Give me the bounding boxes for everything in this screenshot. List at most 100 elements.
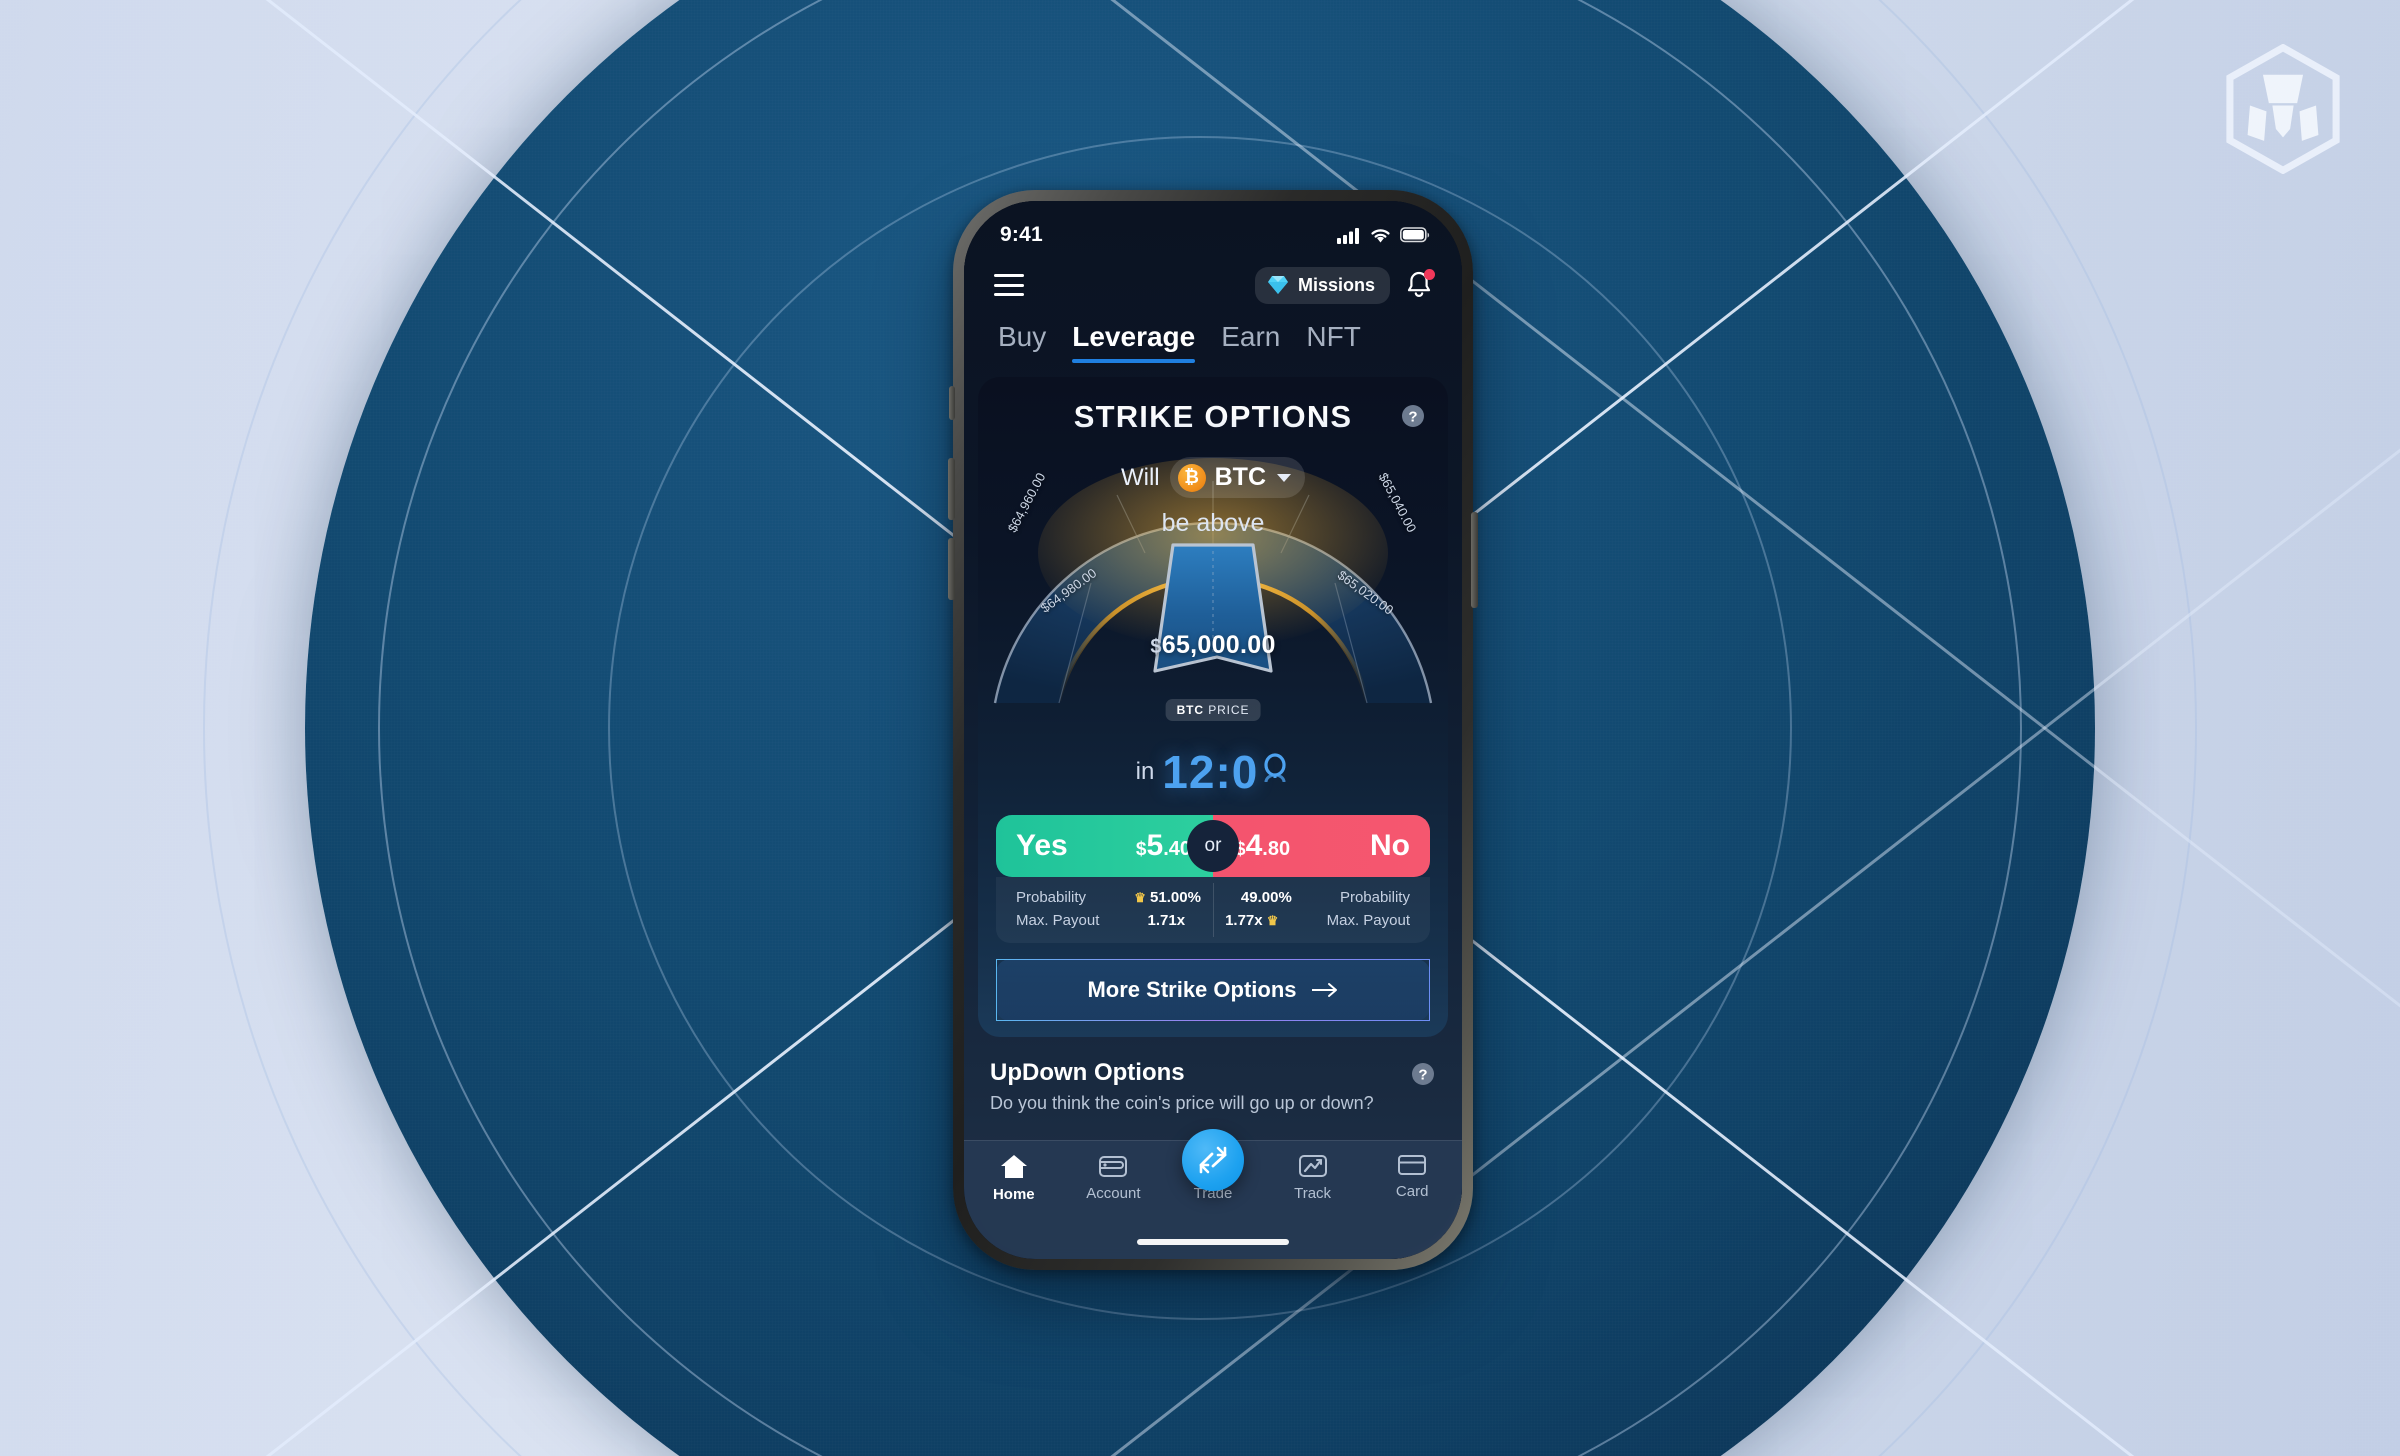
- tab-account[interactable]: Account: [1070, 1153, 1156, 1202]
- yes-probability-value: ♛ 51.00%: [1134, 889, 1201, 906]
- strike-price-number: 65,000.00: [1161, 631, 1276, 659]
- no-payout-label: Max. Payout: [1326, 912, 1410, 929]
- countdown-prefix: in: [1135, 758, 1155, 785]
- more-strike-options-label: More Strike Options: [1087, 977, 1297, 1002]
- direction-label: be above: [1161, 509, 1265, 537]
- no-price-decimal: .80: [1262, 838, 1291, 860]
- home-indicator[interactable]: [1137, 1239, 1289, 1245]
- asset-selector-button[interactable]: ₿ BTC: [1169, 457, 1306, 498]
- strike-options-card: STRIKE OPTIONS ? Will ₿ BTC be above $64…: [978, 377, 1448, 1037]
- credit-card-icon: [1398, 1155, 1427, 1175]
- yes-payout-label: Max. Payout: [1016, 912, 1100, 929]
- no-button[interactable]: $4.80 No: [1213, 815, 1430, 877]
- yes-currency: $: [1135, 839, 1147, 860]
- payout-row: Max. Payout 1.71x 1.77x ♛ Max. Payout: [1016, 909, 1410, 932]
- home-icon: [1000, 1155, 1027, 1178]
- app-header: Missions: [964, 255, 1462, 307]
- chart-line-icon: [1298, 1155, 1327, 1177]
- more-strike-options-button[interactable]: More Strike Options: [996, 959, 1430, 1021]
- tab-buy[interactable]: Buy: [998, 321, 1046, 363]
- no-probability-value: 49.00%: [1240, 889, 1292, 906]
- countdown-spinner-digit: [1260, 752, 1290, 792]
- app-screen: 9:41 Missions Buy Leverage Earn NFT STRI…: [964, 201, 1462, 1259]
- tab-track[interactable]: Track: [1270, 1153, 1356, 1202]
- spinning-digit-icon: [1264, 753, 1286, 783]
- hamburger-menu-icon[interactable]: [994, 274, 1024, 296]
- yes-payout-value: 1.71x: [1147, 912, 1186, 929]
- payout-values: 1.71x 1.77x ♛: [1148, 912, 1279, 929]
- svg-text:?: ?: [1408, 409, 1417, 426]
- no-payout-number: 1.77x: [1225, 912, 1263, 929]
- status-bar: 9:41: [964, 201, 1462, 255]
- btc-price-badge: BTC PRICE: [1165, 699, 1261, 721]
- updown-title: UpDown Options: [990, 1059, 1185, 1086]
- strike-gauge[interactable]: Will ₿ BTC be above $64,960.00 $64,980.0…: [978, 433, 1448, 743]
- asset-selector-row: Will ₿ BTC: [978, 457, 1448, 498]
- yes-probability-number: 51.00%: [1150, 889, 1201, 906]
- tab-account-label: Account: [1086, 1185, 1141, 1202]
- tab-home[interactable]: Home: [971, 1153, 1057, 1203]
- cellular-signal-icon: [1337, 227, 1359, 244]
- tab-home-label: Home: [992, 1186, 1035, 1203]
- missions-button[interactable]: Missions: [1254, 266, 1390, 304]
- probability-row: Probability ♛ 51.00% 49.00% Probability: [1016, 886, 1410, 909]
- notifications-button[interactable]: [1404, 269, 1435, 301]
- arrow-right-icon: [1311, 983, 1337, 997]
- phone-device: 9:41 Missions Buy Leverage Earn NFT STRI…: [948, 190, 1478, 1270]
- header-actions: Missions: [1254, 266, 1435, 304]
- tab-nft[interactable]: NFT: [1306, 321, 1360, 363]
- no-payout-value: 1.77x ♛: [1225, 912, 1278, 929]
- phone-power-button[interactable]: [1471, 512, 1478, 608]
- crown-icon: ♛: [1266, 913, 1279, 928]
- btc-price-badge-light: PRICE: [1208, 703, 1250, 717]
- updown-options-section[interactable]: UpDown Options Do you think the coin's p…: [990, 1059, 1436, 1114]
- btc-price-badge-bold: BTC: [1176, 703, 1204, 717]
- strike-price-value: $65,000.00: [978, 631, 1448, 660]
- yes-price-whole: 5: [1146, 829, 1164, 862]
- yes-probability-label: Probability: [1016, 889, 1087, 906]
- tab-card-label: Card: [1395, 1183, 1429, 1200]
- or-separator: or: [1187, 820, 1239, 872]
- wallet-icon: [1099, 1156, 1128, 1177]
- phone-volume-up-button[interactable]: [948, 458, 955, 520]
- phone-volume-down-button[interactable]: [948, 538, 955, 600]
- probability-values: ♛ 51.00% 49.00%: [1134, 889, 1292, 906]
- tab-card[interactable]: Card: [1369, 1153, 1455, 1200]
- no-label: No: [1370, 829, 1410, 862]
- yes-label: Yes: [1016, 829, 1068, 862]
- outcome-buttons: Yes $5.40 $4.80 No or: [996, 815, 1430, 877]
- primary-tabs: Buy Leverage Earn NFT: [964, 307, 1462, 363]
- tab-earn[interactable]: Earn: [1221, 321, 1280, 363]
- tab-leverage[interactable]: Leverage: [1072, 321, 1195, 363]
- wifi-icon: [1371, 228, 1390, 242]
- no-price-whole: 4: [1245, 829, 1263, 862]
- status-bar-time: 9:41: [1000, 223, 1043, 246]
- crown-icon: ♛: [1134, 890, 1146, 905]
- strike-options-title: STRIKE OPTIONS: [978, 377, 1448, 439]
- notification-badge: [1424, 269, 1435, 280]
- phone-screen-bezel: 9:41 Missions Buy Leverage Earn NFT STRI…: [964, 201, 1462, 1259]
- yes-price: $5.40: [1136, 829, 1191, 863]
- updown-subtitle: Do you think the coin's price will go up…: [990, 1093, 1374, 1113]
- chevron-down-icon: [1277, 473, 1292, 482]
- missions-label: Missions: [1297, 274, 1375, 295]
- strike-currency-symbol: $: [1150, 636, 1162, 658]
- diamond-icon: [1267, 276, 1288, 294]
- question-prefix: Will: [1120, 463, 1160, 491]
- asset-symbol: BTC: [1214, 463, 1267, 491]
- phone-mute-switch[interactable]: [949, 386, 955, 420]
- no-price: $4.80: [1235, 829, 1290, 863]
- bitcoin-icon: ₿: [1177, 463, 1206, 492]
- question-circle-icon[interactable]: ?: [1400, 403, 1426, 429]
- trade-fab-button[interactable]: [1182, 1129, 1244, 1191]
- countdown-value: 12:0: [1162, 746, 1259, 798]
- countdown-timer: in 12:0: [978, 745, 1448, 799]
- no-probability-label: Probability: [1339, 889, 1410, 906]
- trade-arrows-icon: [1199, 1146, 1227, 1174]
- yes-button[interactable]: Yes $5.40: [996, 815, 1213, 877]
- battery-icon: [1400, 227, 1430, 243]
- svg-text:?: ?: [1418, 1067, 1427, 1084]
- question-circle-icon[interactable]: ?: [1410, 1061, 1436, 1087]
- cryptocom-logo-icon: [2226, 44, 2340, 174]
- status-bar-icons: [1337, 227, 1430, 244]
